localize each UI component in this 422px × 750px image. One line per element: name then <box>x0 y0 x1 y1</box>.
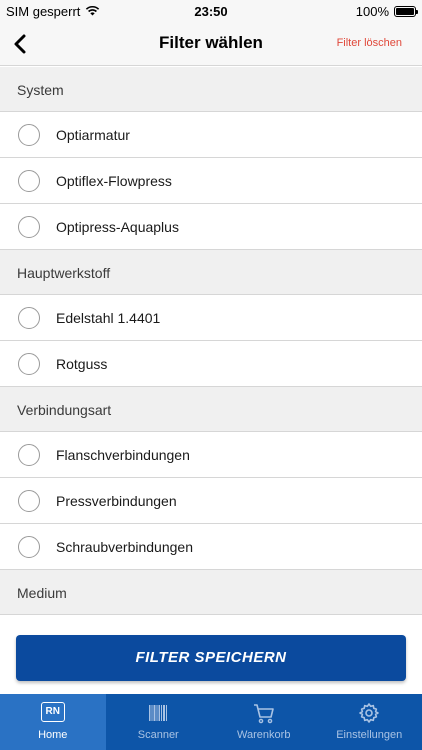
radio-button[interactable] <box>18 124 40 146</box>
rn-logo-icon: RN <box>40 702 65 722</box>
save-filter-button[interactable]: FILTER SPEICHERN <box>16 635 406 681</box>
tab-home[interactable]: RN Home <box>0 694 106 750</box>
filter-option-label: Rotguss <box>56 356 108 372</box>
radio-button[interactable] <box>18 307 40 329</box>
filter-option-label: Edelstahl 1.4401 <box>56 310 161 326</box>
filter-option-row[interactable]: Schraubverbindungen <box>0 524 422 570</box>
filter-option-label: Optipress-Aquaplus <box>56 219 179 235</box>
section-header: Verbindungsart <box>0 387 422 432</box>
filter-option-row[interactable]: Pressverbindungen <box>0 478 422 524</box>
status-right: 100% <box>355 4 418 19</box>
filter-list[interactable]: System Optiarmatur Optiflex-Flowpress Optip… <box>0 67 422 622</box>
tab-label: Einstellungen <box>336 729 403 741</box>
barcode-icon <box>149 705 168 721</box>
filter-option-label: Schraubverbindungen <box>56 539 193 555</box>
radio-button[interactable] <box>18 536 40 558</box>
gear-icon <box>359 703 380 723</box>
tab-einstellungen[interactable]: Einstellungen <box>317 694 422 750</box>
tab-label: Home <box>38 729 68 741</box>
filter-option-row[interactable] <box>0 615 422 622</box>
filter-option-label: Optiflex-Flowpress <box>56 173 172 189</box>
filter-option-label: Optiarmatur <box>56 127 130 143</box>
filter-option-row[interactable]: Edelstahl 1.4401 <box>0 295 422 341</box>
status-bar: SIM gesperrt 23:50 100% <box>0 0 422 22</box>
radio-button[interactable] <box>18 353 40 375</box>
section-header: System <box>0 67 422 112</box>
clear-filter-button[interactable]: Filter löschen <box>337 37 402 49</box>
battery-percent: 100% <box>355 4 389 19</box>
radio-button[interactable] <box>18 216 40 238</box>
nav-bar: Filter wählen Filter löschen <box>0 22 422 66</box>
save-area: FILTER SPEICHERN <box>0 622 422 694</box>
filter-option-row[interactable]: Optiarmatur <box>0 112 422 158</box>
cart-icon <box>253 704 274 724</box>
tab-label: Scanner <box>137 729 179 741</box>
battery-icon <box>394 6 418 17</box>
tab-label: Warenkorb <box>237 729 291 741</box>
radio-button[interactable] <box>18 444 40 466</box>
filter-option-label: Flanschverbindungen <box>56 447 190 463</box>
section-header: Medium <box>0 570 422 615</box>
filter-option-row[interactable]: Rotguss <box>0 341 422 387</box>
tab-scanner[interactable]: Scanner <box>106 694 212 750</box>
filter-option-row[interactable]: Optipress-Aquaplus <box>0 204 422 250</box>
tab-bar: RN Home Scanner Warenkorb Einstellungen <box>0 694 422 750</box>
filter-option-row[interactable]: Flanschverbindungen <box>0 432 422 478</box>
filter-option-label: Pressverbindungen <box>56 493 177 509</box>
radio-button[interactable] <box>18 170 40 192</box>
section-header: Hauptwerkstoff <box>0 250 422 295</box>
tab-warenkorb[interactable]: Warenkorb <box>211 694 317 750</box>
radio-button[interactable] <box>18 490 40 512</box>
filter-option-row[interactable]: Optiflex-Flowpress <box>0 158 422 204</box>
